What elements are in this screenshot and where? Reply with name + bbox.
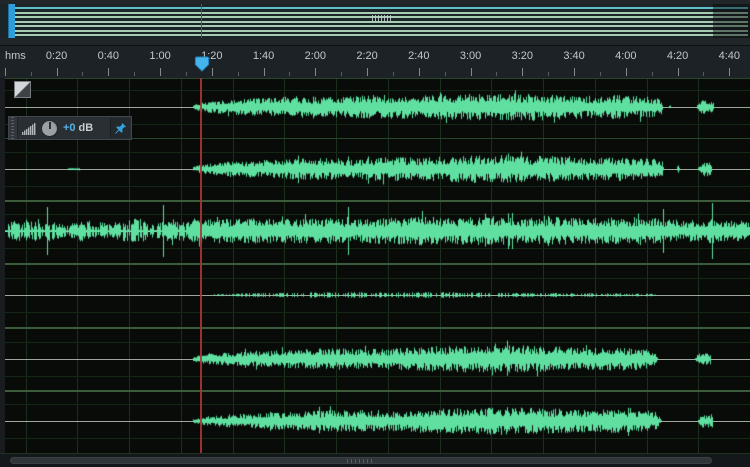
ruler-tick [678,68,679,76]
navigator-track-line [14,30,748,32]
ruler-tick [600,72,601,76]
time-label: 1:40 [253,50,274,62]
ruler-tick [315,68,316,76]
ruler-tick [5,68,6,76]
ruler-tick [31,72,32,76]
panel-left-edge [0,78,5,453]
time-label: 2:40 [408,50,429,62]
session-navigator[interactable] [0,4,750,38]
time-unit-label: hms [5,50,26,62]
time-label: 0:20 [46,50,67,62]
time-label: 1:00 [149,50,170,62]
time-label: 0:40 [98,50,119,62]
ruler-tick [496,72,497,76]
time-label: 3:40 [563,50,584,62]
playhead-marker[interactable] [194,56,210,73]
navigator-range-handle-left[interactable] [8,4,15,38]
ruler-tick [445,72,446,76]
time-label: 2:20 [356,50,377,62]
ruler-tick [574,68,575,76]
playhead-line [200,78,202,453]
ruler-tick [419,68,420,76]
ruler-tick [212,68,213,76]
time-label: 2:00 [305,50,326,62]
time-label: 3:00 [460,50,481,62]
navigator-track-line [14,7,748,9]
track-control-bar: +0 dB [8,116,132,140]
ruler-tick [186,72,187,76]
horizontal-scrollbar[interactable] [0,453,750,467]
ruler-tick [703,72,704,76]
ruler-tick [57,68,58,76]
ruler-tick [108,68,109,76]
ruler-tick [626,68,627,76]
volume-knob-icon[interactable] [41,120,58,137]
gain-unit-label: dB [79,122,94,134]
navigator-range-grip[interactable] [372,15,391,22]
scrollbar-grip [347,459,375,463]
navigator-playhead-line [201,4,202,38]
ruler-tick [289,72,290,76]
time-ruler[interactable]: hms 0:200:401:001:201:402:002:202:403:00… [0,46,750,80]
level-meter-icon [22,121,38,136]
audio-editor-window: hms 0:200:401:001:201:402:002:202:403:00… [0,0,750,467]
drag-handle[interactable] [9,117,18,139]
ruler-tick [134,72,135,76]
ruler-tick [341,72,342,76]
ruler-tick [729,68,730,76]
navigator-panel [0,0,750,46]
pin-icon [114,122,127,135]
ruler-tick [652,72,653,76]
time-label: 4:20 [667,50,688,62]
ruler-tick [238,72,239,76]
time-label: 4:40 [719,50,740,62]
ruler-tick [548,72,549,76]
ruler-tick [522,68,523,76]
gain-value[interactable]: +0 [63,122,76,134]
multitrack-editor[interactable]: +0 dB [0,78,750,453]
ruler-tick [393,72,394,76]
navigator-track-line [14,34,748,36]
navigator-track-line [14,25,748,27]
scrollbar-thumb[interactable] [10,457,712,464]
navigator-offview-shade [713,4,750,38]
navigator-track-line [14,12,748,14]
ruler-tick [160,68,161,76]
ruler-tick [471,68,472,76]
pin-button[interactable] [110,118,130,138]
display-toggle-icon[interactable] [14,81,31,98]
time-label: 3:20 [512,50,533,62]
time-label: 4:00 [615,50,636,62]
ruler-tick [264,68,265,76]
ruler-tick [367,68,368,76]
ruler-tick [82,72,83,76]
